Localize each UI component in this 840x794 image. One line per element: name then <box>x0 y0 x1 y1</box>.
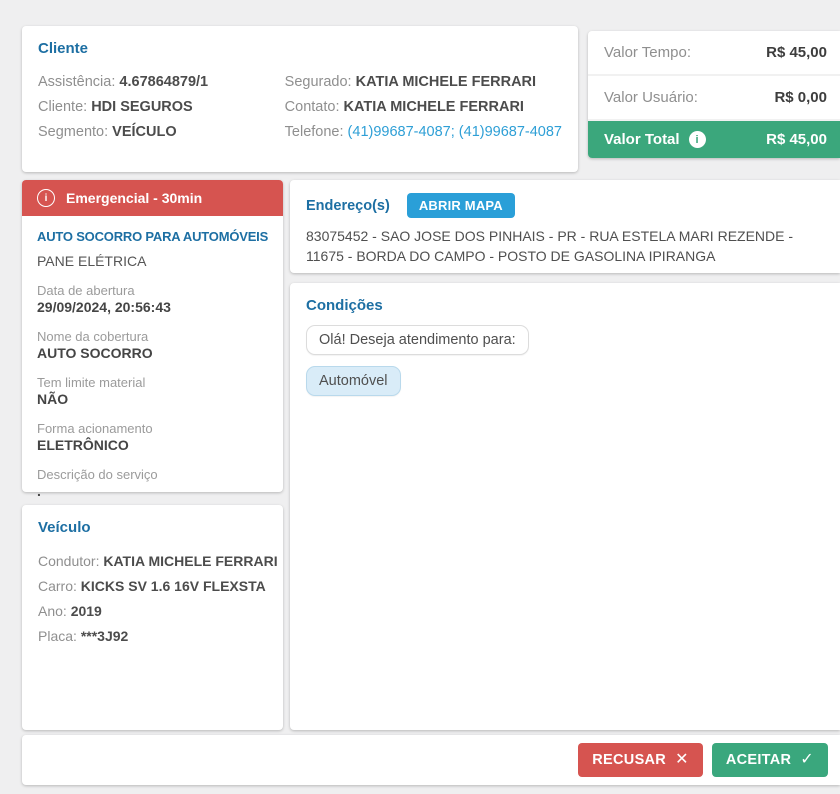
plate-row: Placa: ***3J92 <box>38 624 267 649</box>
value-time-amount: R$ 45,00 <box>766 44 827 61</box>
service-title: AUTO SOCORRO PARA AUTOMÓVEIS <box>37 229 268 244</box>
check-icon: ✓ <box>800 752 814 768</box>
message-line: Olá! Deseja atendimento para: <box>306 325 824 355</box>
info-circle-icon: i <box>37 189 55 207</box>
emergency-banner-label: Emergencial - 30min <box>66 190 202 206</box>
vehicle-card-title: Veículo <box>38 519 267 536</box>
opening-date-value: 29/09/2024, 20:56:43 <box>37 299 268 315</box>
action-bar: RECUSAR ✕ ACEITAR ✓ <box>22 735 840 785</box>
message-line: Automóvel <box>306 366 824 396</box>
car-row: Carro: KICKS SV 1.6 16V FLEXSTA <box>38 574 267 599</box>
address-header: Endereço(s) ABRIR MAPA <box>306 193 824 218</box>
service-subtitle: PANE ELÉTRICA <box>37 253 268 269</box>
activation-form-field: Forma acionamento ELETRÔNICO <box>37 421 268 453</box>
vehicle-card: Veículo Condutor: KATIA MICHELE FERRARI … <box>22 505 283 730</box>
client-columns: Assistência: 4.67864879/1 Cliente: HDI S… <box>38 70 562 145</box>
segment-row: Segmento: VEÍCULO <box>38 120 285 145</box>
year-row: Ano: 2019 <box>38 599 267 624</box>
value-user-label: Valor Usuário: <box>604 89 698 106</box>
client-card: Cliente Assistência: 4.67864879/1 Client… <box>22 26 578 172</box>
coverage-name-value: AUTO SOCORRO <box>37 345 268 361</box>
contact-row: Contato: KATIA MICHELE FERRARI <box>285 95 562 120</box>
address-text: 83075452 - SAO JOSE DOS PINHAIS - PR - R… <box>306 227 824 266</box>
opening-date-label: Data de abertura <box>37 283 268 298</box>
material-limit-field: Tem limite material NÃO <box>37 375 268 407</box>
conditions-title: Condições <box>306 297 824 314</box>
contact-value: KATIA MICHELE FERRARI <box>344 99 524 115</box>
refuse-button[interactable]: RECUSAR ✕ <box>578 743 703 777</box>
values-card: Valor Tempo: R$ 45,00 Valor Usuário: R$ … <box>588 31 840 158</box>
refuse-button-label: RECUSAR <box>592 752 666 768</box>
client-name-row: Cliente: HDI SEGUROS <box>38 95 285 120</box>
value-user-row: Valor Usuário: R$ 0,00 <box>588 76 840 121</box>
insured-row: Segurado: KATIA MICHELE FERRARI <box>285 70 562 95</box>
car-value: KICKS SV 1.6 16V FLEXSTA <box>81 578 266 594</box>
segment-label: Segmento: <box>38 124 108 140</box>
open-map-button[interactable]: ABRIR MAPA <box>407 193 515 218</box>
client-card-title: Cliente <box>38 40 562 57</box>
coverage-name-label: Nome da cobertura <box>37 329 268 344</box>
chat-bubble-answer: Automóvel <box>306 366 401 396</box>
client-name-label: Cliente: <box>38 99 87 115</box>
assistance-dispatch-screen: Cliente Assistência: 4.67864879/1 Client… <box>0 0 840 794</box>
segment-value: VEÍCULO <box>112 124 176 140</box>
accept-button-label: ACEITAR <box>726 752 791 768</box>
conditions-card: Condições Olá! Deseja atendimento para: … <box>290 283 840 730</box>
service-description-field: Descrição do serviço . <box>37 467 268 499</box>
value-total-label: Valor Total i <box>604 131 706 148</box>
phone-row: Telefone: (41)99687-4087; (41)99687-4087 <box>285 120 562 145</box>
accept-button[interactable]: ACEITAR ✓ <box>712 743 828 777</box>
value-time-label: Valor Tempo: <box>604 44 691 61</box>
client-name-value: HDI SEGUROS <box>91 99 193 115</box>
insured-label: Segurado: <box>285 74 352 90</box>
close-icon: ✕ <box>675 752 689 768</box>
client-column-left: Assistência: 4.67864879/1 Cliente: HDI S… <box>38 70 285 145</box>
insured-value: KATIA MICHELE FERRARI <box>356 74 536 90</box>
service-body: AUTO SOCORRO PARA AUTOMÓVEIS PANE ELÉTRI… <box>22 216 283 512</box>
service-description-label: Descrição do serviço <box>37 467 268 482</box>
client-column-right: Segurado: KATIA MICHELE FERRARI Contato:… <box>285 70 562 145</box>
assistance-number-label: Assistência: <box>38 74 115 90</box>
address-title: Endereço(s) <box>306 198 390 214</box>
phone-label: Telefone: <box>285 124 344 140</box>
year-label: Ano: <box>38 603 67 619</box>
address-card: Endereço(s) ABRIR MAPA 83075452 - SAO JO… <box>290 180 840 273</box>
value-total-amount: R$ 45,00 <box>766 131 827 148</box>
plate-label: Placa: <box>38 628 77 644</box>
driver-value: KATIA MICHELE FERRARI <box>103 553 277 569</box>
value-total-row: Valor Total i R$ 45,00 <box>588 121 840 158</box>
value-user-amount: R$ 0,00 <box>774 89 827 106</box>
year-value: 2019 <box>71 603 102 619</box>
value-total-text: Valor Total <box>604 131 680 148</box>
service-description-value: . <box>37 483 268 499</box>
driver-label: Condutor: <box>38 553 99 569</box>
material-limit-value: NÃO <box>37 391 268 407</box>
phone-link[interactable]: (41)99687-4087; (41)99687-4087 <box>348 124 562 140</box>
opening-date-field: Data de abertura 29/09/2024, 20:56:43 <box>37 283 268 315</box>
vehicle-rows: Condutor: KATIA MICHELE FERRARI Carro: K… <box>38 549 267 649</box>
driver-row: Condutor: KATIA MICHELE FERRARI <box>38 549 267 574</box>
contact-label: Contato: <box>285 99 340 115</box>
assistance-number-value: 4.67864879/1 <box>119 74 208 90</box>
assistance-number-row: Assistência: 4.67864879/1 <box>38 70 285 95</box>
plate-value: ***3J92 <box>81 628 129 644</box>
activation-form-label: Forma acionamento <box>37 421 268 436</box>
info-icon[interactable]: i <box>689 131 706 148</box>
emergency-banner: i Emergencial - 30min <box>22 180 283 216</box>
activation-form-value: ELETRÔNICO <box>37 437 268 453</box>
value-time-row: Valor Tempo: R$ 45,00 <box>588 31 840 76</box>
car-label: Carro: <box>38 578 77 594</box>
chat-bubble-question: Olá! Deseja atendimento para: <box>306 325 529 355</box>
coverage-name-field: Nome da cobertura AUTO SOCORRO <box>37 329 268 361</box>
service-card: i Emergencial - 30min AUTO SOCORRO PARA … <box>22 180 283 492</box>
material-limit-label: Tem limite material <box>37 375 268 390</box>
